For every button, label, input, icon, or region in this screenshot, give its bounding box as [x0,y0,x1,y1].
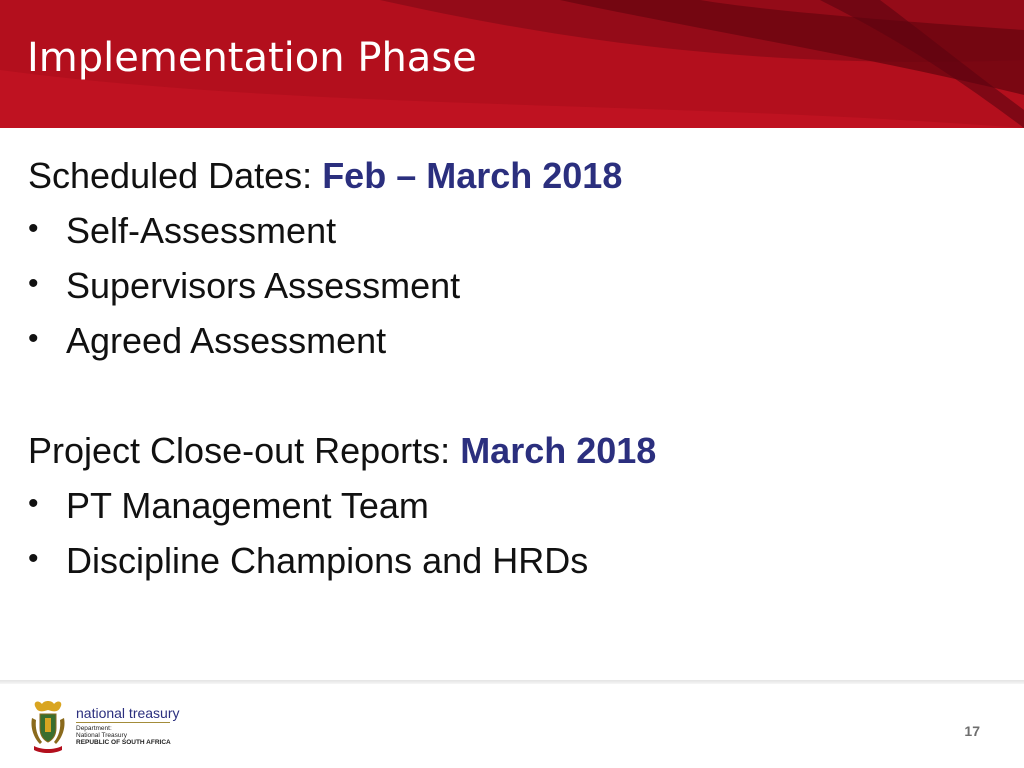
slide-body: Scheduled Dates: Feb – March 2018 • Self-… [28,152,988,592]
list-item: • Self-Assessment [28,207,988,255]
list-item: • Supervisors Assessment [28,262,988,310]
list-item: • Discipline Champions and HRDs [28,537,988,585]
logo-divider [76,722,170,723]
list-item: • PT Management Team [28,482,988,530]
national-treasury-logo: national treasury Department: National T… [28,698,180,754]
bullet-icon: • [28,322,39,355]
scheduled-dates-list: • Self-Assessment • Supervisors Assessment… [28,207,988,365]
scheduled-dates-value: Feb – March 2018 [322,155,623,196]
close-out-reports-label: Project Close-out Reports: [28,430,461,471]
bullet-icon: • [28,267,39,300]
header-banner: Implementation Phase [0,0,1024,128]
close-out-reports-list: • PT Management Team • Discipline Champion… [28,482,988,585]
close-out-reports-line: Project Close-out Reports: March 2018 [28,427,988,475]
scheduled-dates-line: Scheduled Dates: Feb – March 2018 [28,152,988,200]
list-item-text: Agreed Assessment [66,320,387,361]
bullet-icon: • [28,487,39,520]
close-out-reports-value: March 2018 [460,430,657,471]
list-item-text: Discipline Champions and HRDs [66,540,589,581]
footer-divider [0,680,1024,684]
list-item-text: Self-Assessment [66,210,337,251]
list-item-text: PT Management Team [66,485,429,526]
list-item: • Agreed Assessment [28,317,988,365]
slide: Implementation Phase Scheduled Dates: Fe… [0,0,1024,768]
logo-wordmark: national treasury [76,705,180,721]
page-number: 17 [964,723,980,739]
slide-title: Implementation Phase [27,35,477,81]
list-item-text: Supervisors Assessment [66,265,461,306]
coat-of-arms-icon [31,701,65,753]
scheduled-dates-label: Scheduled Dates: [28,155,323,196]
bullet-icon: • [28,542,39,575]
bullet-icon: • [28,212,39,245]
logo-country-name: REPUBLIC OF SOUTH AFRICA [76,739,171,746]
